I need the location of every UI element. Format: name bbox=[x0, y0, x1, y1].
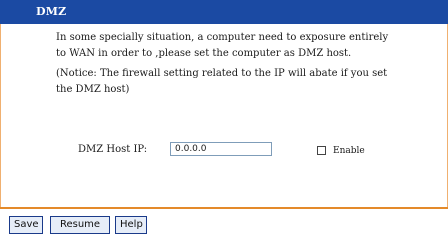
save-button[interactable]: Save bbox=[9, 216, 43, 234]
dmz-host-ip-label: DMZ Host IP: bbox=[78, 144, 148, 155]
page-title: DMZ bbox=[36, 5, 67, 18]
resume-button[interactable]: Resume bbox=[50, 216, 110, 234]
description-text: In some specially situation, a computer … bbox=[56, 32, 389, 59]
enable-label: Enable bbox=[333, 146, 365, 156]
title-bar: DMZ bbox=[0, 0, 448, 24]
notice-text: (Notice: The firewall setting related to… bbox=[56, 68, 388, 95]
help-button[interactable]: Help bbox=[115, 216, 147, 234]
button-bar: Save Resume Help bbox=[0, 209, 448, 243]
dmz-host-ip-input[interactable] bbox=[170, 142, 272, 156]
enable-checkbox[interactable] bbox=[317, 146, 326, 155]
